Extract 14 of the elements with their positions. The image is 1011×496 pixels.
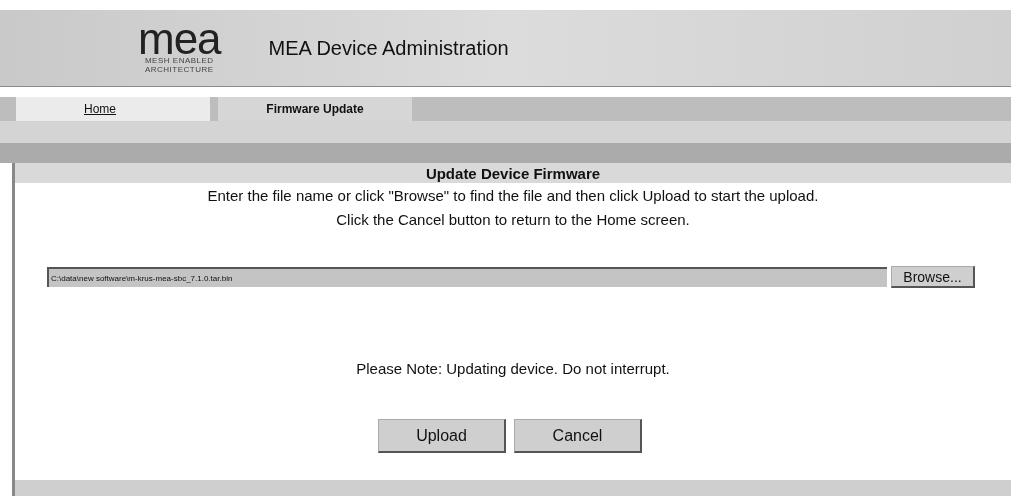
nav-tab[interactable]: Firmware Update — [218, 97, 412, 121]
upload-button[interactable]: Upload — [378, 419, 506, 453]
panel-heading: Update Device Firmware — [15, 163, 1011, 183]
page-title: MEA Device Administration — [268, 36, 509, 60]
logo-wordmark: mea — [138, 22, 221, 56]
nav-tab[interactable]: Home — [16, 97, 210, 121]
note-text: Please Note: Updating device. Do not interrupt. — [355, 360, 671, 377]
file-path-field[interactable]: C:\data\new software\m-krus-mea-sbc_7.1.0.tar.bin — [47, 267, 887, 287]
logo-tagline: MESH ENABLED — [144, 56, 214, 65]
instruction-text: Click the Cancel button to return to the Home screen. — [335, 210, 691, 230]
logo-tagline: ARCHITECTURE — [144, 65, 214, 74]
cancel-button[interactable]: Cancel — [514, 419, 642, 453]
instruction-text: Enter the file name or click "Browse" to find the file and then click Upload to start the upload. — [206, 186, 820, 206]
browse-button[interactable]: Browse... — [891, 266, 975, 288]
